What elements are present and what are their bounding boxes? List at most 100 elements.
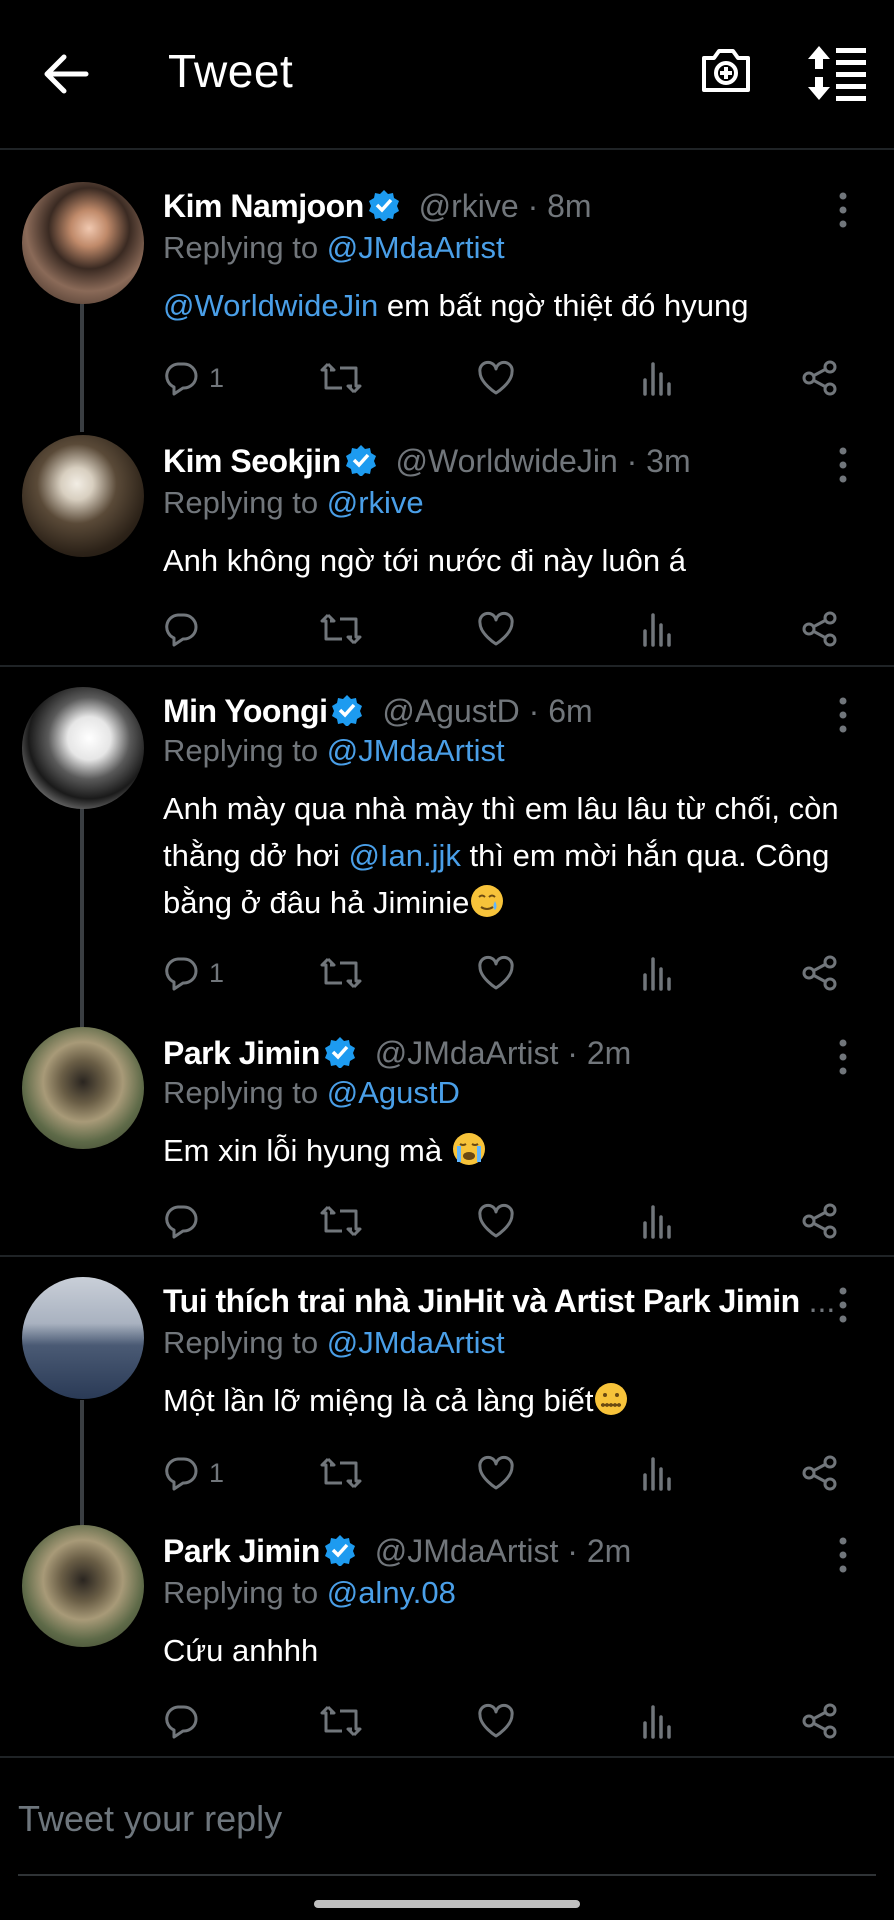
heart-icon	[478, 1203, 514, 1238]
share-icon	[802, 955, 837, 991]
reply-button[interactable]: 1	[163, 1451, 224, 1495]
mention-link[interactable]: @WorldwideJin	[163, 288, 378, 323]
more-options-icon[interactable]	[836, 445, 850, 485]
timestamp: · 2m	[567, 1035, 632, 1071]
mention-link[interactable]: @Ian.jjk	[348, 838, 460, 873]
replying-to-mention[interactable]: @rkive	[327, 485, 424, 520]
tweet-header: Kim Seokjin @WorldwideJin · 3m	[163, 443, 691, 480]
name-ellipsis: ...	[808, 1283, 836, 1319]
avatar[interactable]	[22, 687, 144, 809]
retweet-button[interactable]	[319, 356, 363, 400]
display-name[interactable]: Park Jimin	[163, 1533, 320, 1569]
replying-to-label: Replying to	[163, 1075, 319, 1110]
more-options-icon[interactable]	[836, 695, 850, 735]
replying-to-mention[interactable]: @JMdaArtist	[327, 230, 505, 265]
verified-badge-icon	[345, 444, 377, 476]
thread-line	[80, 1400, 84, 1528]
more-options-icon[interactable]	[836, 1535, 850, 1575]
share-button[interactable]	[801, 1199, 839, 1243]
verified-badge-icon	[324, 1534, 356, 1566]
retweet-button[interactable]	[319, 951, 363, 995]
retweet-button[interactable]	[319, 1199, 363, 1243]
reply-icon	[165, 957, 198, 991]
analytics-icon	[643, 1457, 671, 1491]
reply-icon	[165, 1705, 198, 1739]
reply-button[interactable]	[163, 1699, 209, 1743]
share-button[interactable]	[801, 1699, 839, 1743]
timestamp: · 8m	[527, 188, 592, 224]
replying-to-mention[interactable]: @alny.08	[327, 1575, 456, 1610]
replying-to-mention[interactable]: @JMdaArtist	[327, 733, 505, 768]
analytics-button[interactable]	[641, 607, 673, 651]
reply-button[interactable]	[163, 607, 209, 651]
reply-button[interactable]	[163, 1199, 209, 1243]
retweet-icon	[320, 1205, 362, 1237]
like-button[interactable]	[477, 951, 515, 995]
reply-button[interactable]: 1	[163, 356, 224, 400]
display-name[interactable]: Tui thích trai nhà JinHit và Artist Park…	[163, 1283, 800, 1319]
replying-to-line: Replying to @JMdaArtist	[163, 230, 505, 266]
tweet-text: Cứu anhhh	[163, 1633, 319, 1668]
retweet-icon	[320, 1457, 362, 1489]
reply-count: 1	[209, 362, 225, 393]
like-button[interactable]	[477, 1199, 515, 1243]
analytics-button[interactable]	[641, 1699, 673, 1743]
thread-separator	[0, 665, 894, 667]
tweet-text-content: Em xin lỗi hyung mà	[163, 1133, 451, 1168]
user-handle: @AgustD	[382, 693, 520, 729]
share-icon	[802, 1703, 837, 1739]
analytics-button[interactable]	[641, 356, 673, 400]
like-button[interactable]	[477, 1451, 515, 1495]
replying-to-label: Replying to	[163, 485, 319, 520]
replying-to-mention[interactable]: @AgustD	[327, 1075, 460, 1110]
tweet-header: Park Jimin @JMdaArtist · 2m	[163, 1533, 631, 1570]
avatar[interactable]	[22, 182, 144, 304]
tweet-actions	[163, 1199, 853, 1243]
verified-badge-icon	[331, 694, 363, 726]
reply-icon	[165, 1205, 198, 1239]
avatar[interactable]	[22, 1027, 144, 1149]
reply-icon	[165, 613, 198, 647]
back-arrow-icon[interactable]	[40, 48, 92, 100]
tweet-actions: 1	[163, 1451, 853, 1495]
avatar[interactable]	[22, 435, 144, 557]
like-button[interactable]	[477, 356, 515, 400]
tweet-text: Một lần lỡ miệng là cả làng biết	[163, 1377, 863, 1424]
analytics-icon	[643, 1705, 671, 1739]
display-name[interactable]: Kim Seokjin	[163, 443, 341, 479]
more-options-icon[interactable]	[836, 190, 850, 230]
retweet-button[interactable]	[319, 1451, 363, 1495]
tweet-text-content: em bất ngờ thiệt đó hyung	[378, 288, 749, 323]
display-name[interactable]: Min Yoongi	[163, 693, 328, 729]
camera-add-icon[interactable]	[698, 42, 754, 98]
replying-to-mention[interactable]: @JMdaArtist	[327, 1325, 505, 1360]
share-button[interactable]	[801, 607, 839, 651]
gesture-home-bar[interactable]	[314, 1900, 580, 1908]
reply-icon	[165, 1457, 198, 1491]
replying-to-label: Replying to	[163, 733, 319, 768]
more-options-icon[interactable]	[836, 1285, 850, 1325]
retweet-button[interactable]	[319, 607, 363, 651]
analytics-button[interactable]	[641, 1199, 673, 1243]
page-title: Tweet	[168, 45, 294, 97]
heart-icon	[478, 955, 514, 990]
like-button[interactable]	[477, 1699, 515, 1743]
reply-input[interactable]: Tweet your reply	[18, 1798, 282, 1840]
display-name[interactable]: Kim Namjoon	[163, 188, 364, 224]
analytics-button[interactable]	[641, 951, 673, 995]
replying-to-line: Replying to @AgustD	[163, 1075, 460, 1111]
share-button[interactable]	[801, 356, 839, 400]
share-button[interactable]	[801, 1451, 839, 1495]
like-button[interactable]	[477, 607, 515, 651]
retweet-button[interactable]	[319, 1699, 363, 1743]
avatar[interactable]	[22, 1277, 144, 1399]
share-icon	[802, 611, 837, 647]
share-button[interactable]	[801, 951, 839, 995]
display-name[interactable]: Park Jimin	[163, 1035, 320, 1071]
avatar[interactable]	[22, 1525, 144, 1647]
thread-line	[80, 806, 84, 1028]
more-options-icon[interactable]	[836, 1037, 850, 1077]
sort-replies-icon[interactable]	[806, 44, 868, 102]
analytics-button[interactable]	[641, 1451, 673, 1495]
reply-button[interactable]: 1	[163, 951, 224, 995]
